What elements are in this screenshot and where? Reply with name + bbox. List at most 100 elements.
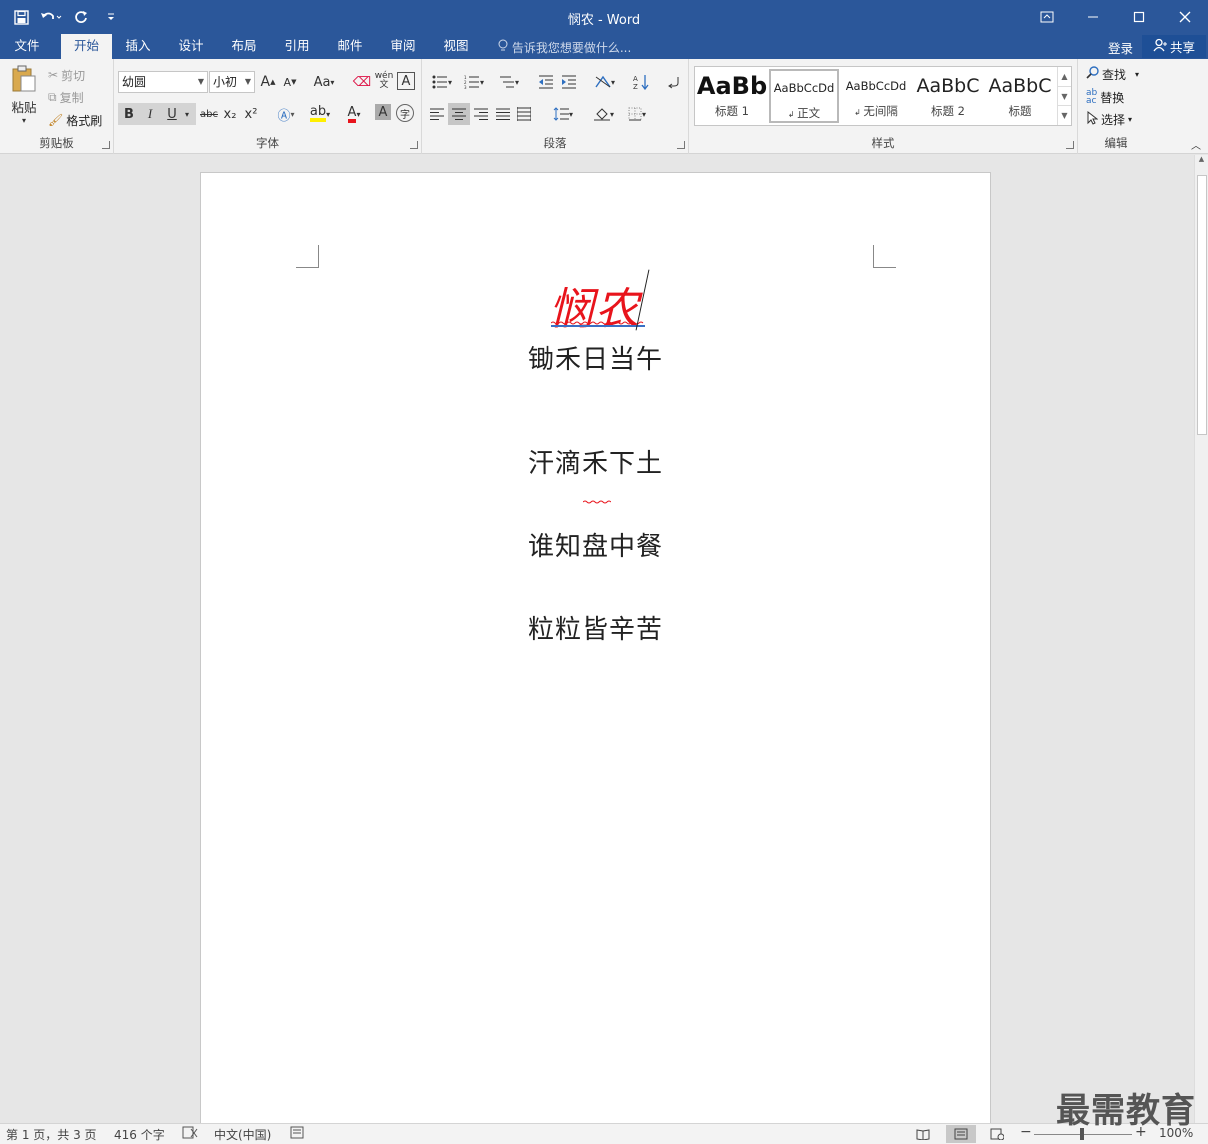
word-count[interactable]: 416 个字: [114, 1126, 165, 1143]
paste-button[interactable]: 粘贴 ▾: [8, 65, 40, 125]
grammar-underline: [551, 325, 645, 327]
sort-icon[interactable]: AZ: [631, 72, 651, 92]
underline-button[interactable]: U: [163, 104, 181, 124]
scroll-up-arrow-icon[interactable]: ▲: [1195, 155, 1208, 167]
ribbon-display-options-icon[interactable]: [1024, 0, 1070, 34]
styles-launcher-icon[interactable]: [1066, 141, 1074, 149]
tab-insert[interactable]: 插入: [115, 34, 161, 59]
clear-formatting-icon[interactable]: ⌫: [352, 72, 372, 92]
grow-font-icon[interactable]: A ▲: [259, 72, 277, 92]
poem-line-2[interactable]: 汗滴禾下土: [201, 443, 990, 480]
font-launcher-icon[interactable]: [410, 141, 418, 149]
text-effects-icon[interactable]: Ⓐ ▾: [274, 104, 298, 124]
styles-gallery-scroll[interactable]: ▲ ▼ ▼: [1057, 67, 1071, 125]
style-heading2[interactable]: AaBbC 标题 2: [913, 69, 983, 123]
numbering-icon[interactable]: 1 2 3 ▾: [460, 72, 488, 92]
replace-label: 替换: [1100, 90, 1125, 105]
tab-design[interactable]: 设计: [168, 34, 214, 59]
poem-line-3[interactable]: 谁知盘中餐: [201, 526, 990, 563]
style-heading1[interactable]: AaBb 标题 1: [697, 69, 767, 123]
scroll-down-icon[interactable]: ▼: [1058, 86, 1071, 105]
bullets-icon[interactable]: ▾: [428, 72, 456, 92]
vertical-scrollbar[interactable]: ▲: [1194, 155, 1208, 1123]
chinese-layout-icon[interactable]: ▾: [590, 72, 620, 92]
scrollbar-thumb[interactable]: [1197, 175, 1207, 435]
superscript-button[interactable]: x²: [242, 104, 260, 124]
proofing-icon[interactable]: [182, 1126, 198, 1142]
poem-line-4[interactable]: 粒粒皆辛苦: [201, 609, 990, 646]
phonetic-guide-icon[interactable]: wén 文: [374, 71, 394, 91]
close-icon[interactable]: [1162, 0, 1208, 34]
tab-mailings[interactable]: 邮件: [327, 34, 373, 59]
cut-label: 剪切: [61, 68, 86, 83]
justify-icon[interactable]: [494, 104, 512, 124]
tab-review[interactable]: 审阅: [380, 34, 426, 59]
document-area[interactable]: 悯农 锄禾日当午 汗滴禾下土 谁知盘中餐 粒粒皆辛苦: [0, 155, 1194, 1123]
style-title[interactable]: AaBbC 标题: [985, 69, 1055, 123]
scroll-up-icon[interactable]: ▲: [1058, 67, 1071, 86]
show-marks-icon[interactable]: [665, 72, 683, 92]
find-button[interactable]: 查找 ▾: [1086, 64, 1139, 84]
align-center-icon[interactable]: [448, 103, 470, 125]
character-shading-icon[interactable]: A: [375, 104, 391, 120]
align-right-icon[interactable]: [472, 104, 490, 124]
shrink-font-icon[interactable]: A ▼: [281, 72, 299, 92]
italic-button[interactable]: I: [141, 104, 159, 124]
borders-icon[interactable]: ▾: [622, 104, 652, 124]
style-normal-preview: AaBbCcDd: [773, 81, 835, 95]
poem-line-1[interactable]: 锄禾日当午: [201, 339, 990, 376]
tab-home[interactable]: 开始: [61, 34, 112, 59]
enclose-characters-icon[interactable]: 字: [396, 104, 414, 122]
increase-indent-icon[interactable]: [558, 72, 580, 92]
clipboard-launcher-icon[interactable]: [102, 141, 110, 149]
document-page[interactable]: 悯农 锄禾日当午 汗滴禾下土 谁知盘中餐 粒粒皆辛苦: [200, 172, 991, 1123]
font-name-combo[interactable]: 幼圆 ▼: [118, 71, 208, 93]
select-button[interactable]: 选择 ▾: [1086, 109, 1132, 129]
underline-dropdown-icon[interactable]: ▾: [182, 104, 192, 124]
collapse-ribbon-icon[interactable]: ︿: [1188, 137, 1204, 152]
read-mode-icon[interactable]: [912, 1125, 934, 1143]
change-case-icon[interactable]: Aa ▾: [310, 72, 338, 92]
tell-me-box[interactable]: 告诉我您想要做什么...: [498, 39, 631, 56]
poem-title[interactable]: 悯农: [549, 273, 641, 337]
language-indicator[interactable]: 中文(中国): [214, 1126, 271, 1143]
replace-button[interactable]: ab ac 替换: [1086, 87, 1124, 107]
cut-button[interactable]: ✂ 剪切: [48, 65, 85, 85]
copy-label: 复制: [59, 90, 84, 105]
web-layout-icon[interactable]: [986, 1125, 1008, 1143]
decrease-indent-icon[interactable]: [535, 72, 557, 92]
bold-button[interactable]: B: [120, 104, 138, 124]
line-spacing-icon[interactable]: ▾: [548, 104, 578, 124]
macro-recording-icon[interactable]: [290, 1126, 304, 1142]
watermark-text: 最需教育: [1056, 1091, 1196, 1131]
style-normal[interactable]: AaBbCcDd ↲ 正文: [769, 69, 839, 123]
paragraph-launcher-icon[interactable]: [677, 141, 685, 149]
share-button[interactable]: 共享: [1142, 35, 1206, 58]
sign-in-link[interactable]: 登录: [1108, 38, 1133, 57]
highlight-color-icon[interactable]: ab ▾: [305, 104, 335, 124]
tab-view[interactable]: 视图: [433, 34, 479, 59]
minimize-icon[interactable]: [1070, 0, 1116, 34]
font-size-combo[interactable]: 小初 ▼: [209, 71, 255, 93]
tab-references[interactable]: 引用: [274, 34, 320, 59]
character-border-icon[interactable]: A: [397, 72, 415, 90]
subscript-button[interactable]: x₂: [221, 104, 239, 124]
format-painter-button[interactable]: 🖌 格式刷: [48, 110, 102, 130]
font-color-icon[interactable]: A ▾: [340, 104, 368, 124]
more-styles-icon[interactable]: ▼: [1058, 105, 1071, 124]
copy-button[interactable]: ⧉ 复制: [48, 87, 84, 107]
shading-icon[interactable]: ▾: [589, 104, 619, 124]
style-no-spacing[interactable]: AaBbCcDd ↲ 无间隔: [841, 69, 911, 123]
multilevel-list-icon[interactable]: ▾: [494, 72, 524, 92]
page-count[interactable]: 第 1 页，共 3 页: [6, 1126, 97, 1143]
paintbrush-icon: 🖌: [48, 113, 64, 127]
distributed-icon[interactable]: [515, 104, 533, 124]
tab-layout[interactable]: 布局: [221, 34, 267, 59]
align-left-icon[interactable]: [428, 104, 446, 124]
zoom-out-icon[interactable]: −: [1020, 1124, 1032, 1140]
maximize-icon[interactable]: [1116, 0, 1162, 34]
tab-file[interactable]: 文件: [4, 34, 50, 59]
print-layout-icon[interactable]: [946, 1125, 976, 1143]
paragraph-group-label: 段落: [543, 136, 567, 150]
strikethrough-button[interactable]: abc: [198, 104, 220, 124]
